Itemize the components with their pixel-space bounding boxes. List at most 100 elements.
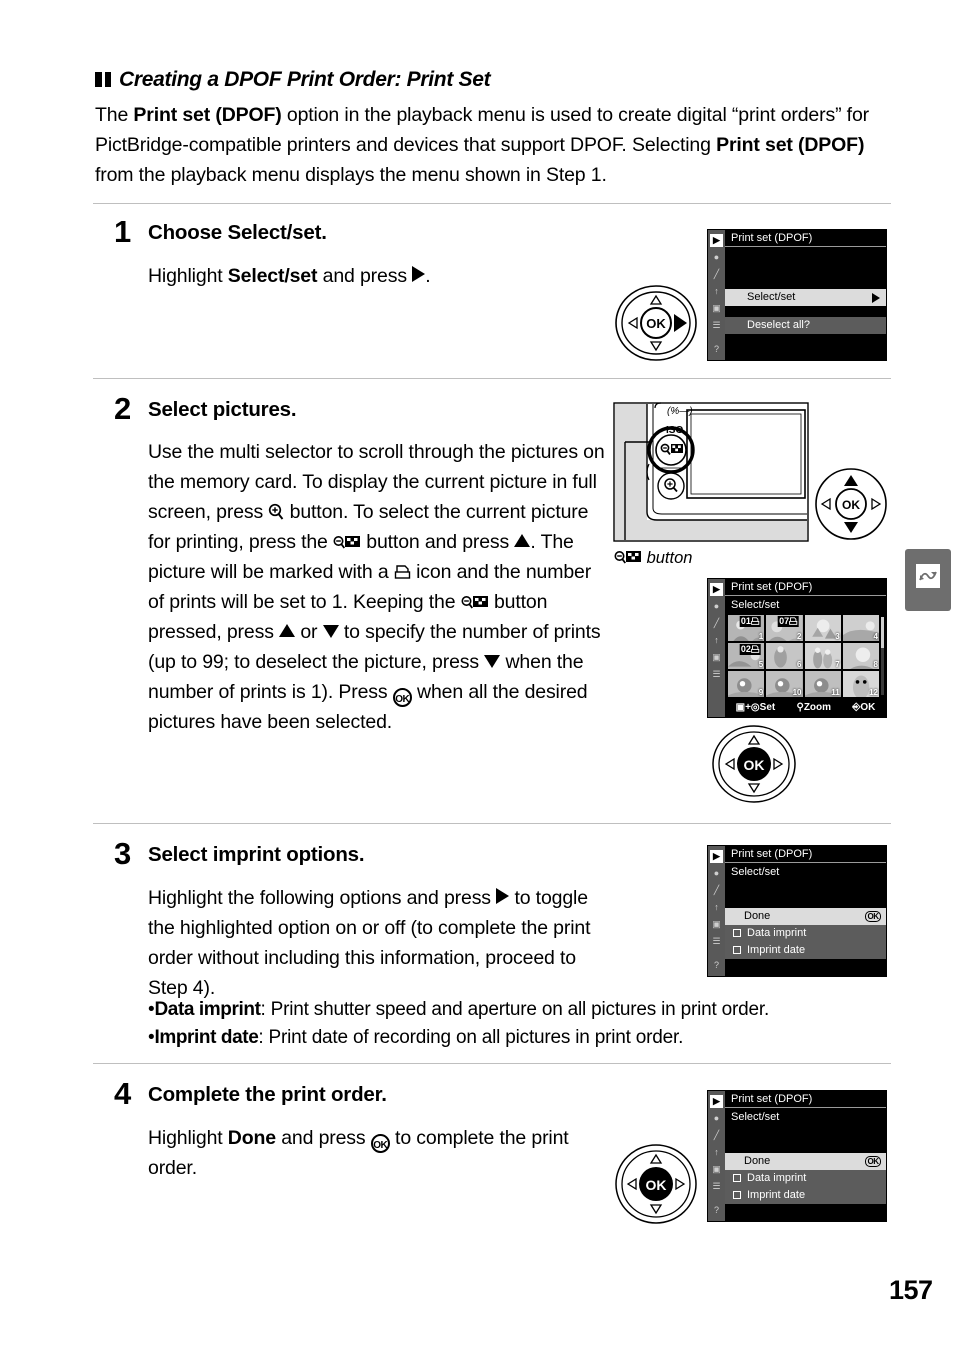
thumbnail-cell[interactable]: 02 5 [728,643,765,669]
checkbox-icon[interactable] [733,946,741,954]
step-3-number: 3 [114,836,131,871]
intro-bold-2: Print set (DPOF) [716,134,865,156]
lcd-scrollbar-thumb[interactable] [881,617,884,649]
lcd-subtitle-step-2: Select/set [731,599,780,611]
printer-icon [789,616,798,625]
step-1-title-bold: Select/set. [227,221,327,244]
print-count-value: 02 [740,644,751,654]
lcd-row-label: Done [744,910,771,922]
thumbnail-grid[interactable]: 01 1 07 2 3 4 02 5 6 7 8 9 10 11 12 [728,615,879,697]
lcd-row-label: Done [744,1155,771,1167]
camera-icon: ● [713,601,720,611]
lcd-row-select-set[interactable]: Select/set [725,289,886,306]
lcd-row-imprint-date[interactable]: Imprint date [725,942,886,959]
menu-icon: ☰ [712,669,721,679]
thumbnail-cell[interactable]: 10 [766,671,803,697]
checkbox-icon[interactable] [733,929,741,937]
lcd-row-done[interactable]: Done OK [725,1153,886,1170]
step-1-body-text-3: . [425,265,431,287]
lcd-screen-step-2: ▶ ● ╱ ↑ ▣ ☰ Print set (DPOF) Select/set … [707,578,887,718]
help-icon: ? [713,1205,719,1215]
camera-back-diagram: (%—) ISO [613,402,809,542]
lcd-bottom-bar: ▣+◎Set ⚲Zoom ⎆OK [725,698,886,717]
chapter-tab[interactable] [905,549,951,611]
playback-icon: ▶ [710,234,723,247]
step-2-body: Use the multi selector to scroll through… [148,437,608,737]
pencil-icon: ╱ [713,1130,720,1140]
thumbnail-index: 5 [758,660,764,669]
playback-icon: ▶ [710,1095,723,1108]
lcd-row-done[interactable]: Done OK [725,908,886,925]
lcd-row-label: Select/set [747,291,796,303]
step-1-body-text-1: Highlight [148,265,228,287]
menu-icon: ☰ [712,936,721,946]
thumbnail-cell[interactable]: 3 [804,615,841,641]
lcd-row-deselect-all[interactable]: Deselect all? [725,317,886,334]
ok-badge-icon: OK [865,911,881,922]
thumbnail-index: 6 [797,660,802,669]
step-3-bullet-1: •Data imprint: Print shutter speed and a… [148,999,770,1020]
playback-icon: ▶ [710,850,723,863]
lcd-subtitle-step-3: Select/set [731,866,780,878]
step-1-body-text-2: and press [317,265,413,287]
lcd-sidebar-step-4: ▶ ● ╱ ↑ ▣ ☰ ? [708,1091,725,1221]
menu-icon: ☰ [712,1181,721,1191]
help-icon: ? [713,960,719,970]
ok-button-icon: OK [392,688,412,707]
thumbnail-cell[interactable]: 7 [804,643,841,669]
multi-selector-step-1[interactable]: OK [613,283,699,363]
lcd-subtitle-step-4: Select/set [731,1111,780,1123]
lcd-row-imprint-date[interactable]: Imprint date [725,1187,886,1204]
lcd-sidebar-step-1: ▶ ● ╱ ↑ ▣ ☰ ? [708,230,725,360]
lcd-row-label: Imprint date [747,1189,806,1201]
thumbnail-cell[interactable]: 9 [728,671,765,697]
lcd-row-label: Imprint date [747,944,806,956]
step-3-bullet-1-text: : Print shutter speed and aperture on al… [260,999,770,1020]
bottombar-ok-label: OK [860,702,876,713]
thumbnail-zoom-out-icon [614,548,642,566]
camera-icon: ● [713,868,720,878]
menu-icon: ☰ [712,320,721,330]
lcd-sidebar-step-2: ▶ ● ╱ ↑ ▣ ☰ [708,579,725,717]
printer-icon [751,616,760,625]
wrench-icon: ↑ [714,635,719,645]
thumbnail-index: 12 [869,688,878,697]
divider-rule-3 [93,823,891,824]
checkbox-icon[interactable] [733,1174,741,1182]
zoom-in-icon [268,503,284,521]
lcd-sidebar-step-3: ▶ ● ╱ ↑ ▣ ☰ ? [708,846,725,976]
camera-caption-text: button [642,549,693,567]
multi-selector-step-4[interactable]: OK [613,1142,699,1226]
thumbnail-cell[interactable]: 6 [766,643,803,669]
intro-text-3: from the playback menu displays the menu… [95,164,607,186]
lcd-row-label: Data imprint [747,1172,807,1184]
thumbnail-index: 10 [792,688,802,697]
lcd-screen-step-1: ▶ ● ╱ ↑ ▣ ☰ ? Print set (DPOF) Select/se… [707,229,887,361]
thumbnail-cell[interactable]: 4 [842,615,879,641]
multi-selector-step-2-upper[interactable]: OK [811,467,891,541]
step-2-title: Select pictures. [148,398,297,421]
thumbnail-cell[interactable]: 12 [842,671,879,697]
up-arrow-icon [514,534,531,547]
step-3-text-1: Highlight the following options and pres… [148,887,497,909]
manual-page: Creating a DPOF Print Order: Print Set T… [0,0,954,1352]
thumbnail-cell[interactable]: 11 [804,671,841,697]
print-count-badge: 01 [739,616,761,627]
lcd-row-label: Data imprint [747,927,807,939]
lcd-title-step-4: Print set (DPOF) [725,1091,886,1108]
playback-icon: ▶ [710,583,723,596]
thumbnail-cell[interactable]: 8 [842,643,879,669]
thumbnail-cell[interactable]: 07 2 [766,615,803,641]
wrench-icon: ↑ [714,1147,719,1157]
multi-selector-step-2-lower[interactable]: OK [710,723,798,805]
lcd-row-data-imprint[interactable]: Data imprint [725,1170,886,1187]
lcd-row-data-imprint[interactable]: Data imprint [725,925,886,942]
checkbox-icon[interactable] [733,1191,741,1199]
step-4-text-2: and press [275,1127,371,1149]
printer-icon [751,644,760,653]
thumbnail-cell[interactable]: 01 1 [728,615,765,641]
retouch-wave-icon [916,564,940,588]
lcd-scrollbar[interactable] [881,617,884,695]
svg-text:OK: OK [842,498,860,512]
lcd-title-step-2: Print set (DPOF) [725,579,886,596]
